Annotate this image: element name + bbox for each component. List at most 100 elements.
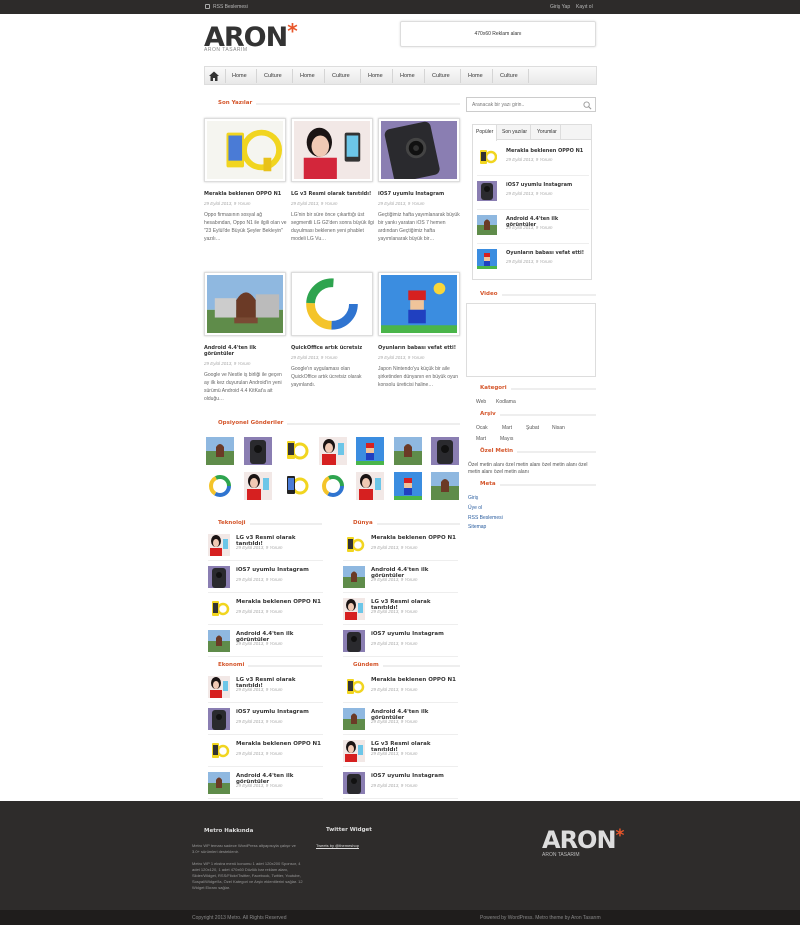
gallery-thumbnail-woman[interactable] xyxy=(244,472,272,500)
gallery-thumbnail-camera[interactable] xyxy=(431,437,459,465)
list-item[interactable]: LG v3 Resmi olarak tanıtıldı! 29 Eylül 20… xyxy=(208,532,323,562)
thumbnail-woman[interactable] xyxy=(343,598,365,620)
list-item[interactable]: Android 4.4'ten ilk görüntüler 29 Eylül 2… xyxy=(208,628,323,658)
thumbnail-camera[interactable] xyxy=(208,708,230,730)
gallery-thumbnail-quickoffice[interactable] xyxy=(319,472,347,500)
register-link[interactable]: Kayıt ol xyxy=(576,4,593,10)
list-item[interactable]: iOS7 uyumlu Instagram 29 Eylül 2013, 9 Yo… xyxy=(208,564,323,594)
popular-item[interactable]: Android 4.4'ten ilk görüntüler 29 Eylül 2… xyxy=(477,211,589,244)
gallery-thumbnail-phone-yellow[interactable] xyxy=(281,472,309,500)
search-box[interactable]: Aranacak bir yazı girin.. xyxy=(466,97,596,112)
popular-item[interactable]: Merakla beklenen OPPO N1 29 Eylül 2013, 9… xyxy=(477,143,589,176)
gallery-thumbnail-camera[interactable] xyxy=(244,437,272,465)
archive-link[interactable]: Mayıs xyxy=(500,436,513,442)
list-item[interactable]: Merakla beklenen OPPO N1 29 Eylül 2013, 9… xyxy=(208,596,323,626)
post-card[interactable]: QuickOffice artık ücretsiz 29 Eylül 2013… xyxy=(291,272,375,389)
list-item[interactable]: LG v3 Resmi olarak tanıtıldı! 29 Eylül 20… xyxy=(343,738,458,768)
tab-comments[interactable]: Yorumlar xyxy=(534,125,561,140)
nav-item[interactable]: Home xyxy=(400,73,415,79)
list-item[interactable]: Android 4.4'ten ilk görüntüler 29 Eylül 2… xyxy=(343,564,458,594)
list-item[interactable]: Merakla beklenen OPPO N1 29 Eylül 2013, 9… xyxy=(343,532,458,562)
list-item[interactable]: LG v3 Resmi olarak tanıtıldı! 29 Eylül 20… xyxy=(208,674,323,704)
nav-item[interactable]: Home xyxy=(468,73,483,79)
meta-link-rss[interactable]: RSS Beslemesi xyxy=(468,515,503,521)
thumbnail-woman[interactable] xyxy=(208,534,230,556)
meta-link-login[interactable]: Giriş xyxy=(468,495,478,501)
post-thumbnail-mario[interactable] xyxy=(381,275,457,333)
nav-item[interactable]: Home xyxy=(232,73,247,79)
nav-item[interactable]: Culture xyxy=(264,73,282,79)
post-card[interactable]: Android 4.4'ten ilk görüntüler 29 Eylül … xyxy=(204,272,288,403)
login-link[interactable]: Giriş Yap xyxy=(550,4,570,10)
thumbnail-android[interactable] xyxy=(208,630,230,652)
gallery-thumbnail-android[interactable] xyxy=(394,437,422,465)
tab-recent[interactable]: Son yazılar xyxy=(499,125,532,140)
nav-item[interactable]: Home xyxy=(368,73,383,79)
list-item[interactable]: iOS7 uyumlu Instagram 29 Eylül 2013, 9 Yo… xyxy=(343,770,458,800)
thumbnail-camera[interactable] xyxy=(477,181,497,201)
post-thumbnail-quickoffice-logo[interactable] xyxy=(294,275,370,333)
search-icon[interactable] xyxy=(583,101,592,110)
gallery-thumbnail-woman[interactable] xyxy=(356,472,384,500)
twitter-link[interactable]: Tweets by @themeshop xyxy=(316,843,359,849)
nav-item[interactable]: Culture xyxy=(500,73,518,79)
gallery-thumbnail-android[interactable] xyxy=(431,472,459,500)
thumbnail-android[interactable] xyxy=(208,772,230,794)
post-title[interactable]: Merakla beklenen OPPO N1 xyxy=(204,191,288,197)
archive-link[interactable]: Şubat xyxy=(526,425,539,431)
list-item[interactable]: Merakla beklenen OPPO N1 29 Eylül 2013, 9… xyxy=(208,738,323,768)
video-embed[interactable] xyxy=(466,303,596,377)
meta-link-sitemap[interactable]: Sitemap xyxy=(468,524,486,530)
gallery-thumbnail-phone-yellow[interactable] xyxy=(281,437,309,465)
post-thumbnail-camera-phone[interactable] xyxy=(381,121,457,183)
post-card[interactable]: iOS7 uyumlu Instagram 29 Eylül 2013, 9 Y… xyxy=(378,118,462,243)
thumbnail-woman[interactable] xyxy=(343,740,365,762)
thumbnail-woman[interactable] xyxy=(208,676,230,698)
list-item[interactable]: Android 4.4'ten ilk görüntüler 29 Eylül 2… xyxy=(208,770,323,800)
category-link[interactable]: Kodlama xyxy=(496,399,516,405)
post-thumbnail-phone-yellow[interactable] xyxy=(207,121,283,179)
gallery-thumbnail-android[interactable] xyxy=(206,437,234,465)
category-link[interactable]: Web xyxy=(476,399,486,405)
search-input[interactable]: Aranacak bir yazı girin.. xyxy=(472,102,524,108)
thumbnail-android[interactable] xyxy=(343,708,365,730)
thumbnail-camera[interactable] xyxy=(343,630,365,652)
popular-item[interactable]: iOS7 uyumlu Instagram 29 Eylül 2013, 9 Yo… xyxy=(477,177,589,210)
archive-link[interactable]: Ocak xyxy=(476,425,488,431)
list-item[interactable]: iOS7 uyumlu Instagram 29 Eylül 2013, 9 Yo… xyxy=(343,628,458,658)
post-thumbnail-android-statue[interactable] xyxy=(207,275,283,333)
list-item[interactable]: Android 4.4'ten ilk görüntüler 29 Eylül 2… xyxy=(343,706,458,736)
post-title[interactable]: Android 4.4'ten ilk görüntüler xyxy=(204,345,288,357)
thumbnail-android[interactable] xyxy=(343,566,365,588)
thumbnail-phone-yellow[interactable] xyxy=(343,676,365,698)
home-icon[interactable] xyxy=(208,70,220,82)
popular-item[interactable]: Oyunların babası vefat etti! 29 Eylül 201… xyxy=(477,245,589,275)
archive-link[interactable]: Nisan xyxy=(552,425,565,431)
post-card[interactable]: LG v3 Resmi olarak tanıtıldı! 29 Eylül 2… xyxy=(291,118,375,243)
thumbnail-phone-yellow[interactable] xyxy=(208,598,230,620)
thumbnail-phone-yellow[interactable] xyxy=(343,534,365,556)
post-title[interactable]: iOS7 uyumlu Instagram xyxy=(378,191,462,197)
list-item[interactable]: LG v3 Resmi olarak tanıtıldı! 29 Eylül 20… xyxy=(343,596,458,626)
footer-logo[interactable]: ARON* xyxy=(542,826,624,854)
rss-link[interactable]: RSS Beslemesi xyxy=(205,4,248,10)
tab-popular[interactable]: Popüler xyxy=(473,125,498,141)
gallery-thumbnail-quickoffice[interactable] xyxy=(206,472,234,500)
archive-link[interactable]: Mart xyxy=(476,436,486,442)
post-title[interactable]: Oyunların babası vefat etti! xyxy=(378,345,462,351)
post-title[interactable]: LG v3 Resmi olarak tanıtıldı! xyxy=(291,191,375,197)
thumbnail-camera[interactable] xyxy=(343,772,365,794)
thumbnail-phone-yellow[interactable] xyxy=(208,740,230,762)
nav-item[interactable]: Culture xyxy=(332,73,350,79)
post-card[interactable]: Merakla beklenen OPPO N1 29 Eylül 2013, … xyxy=(204,118,288,243)
gallery-thumbnail-mario[interactable] xyxy=(356,437,384,465)
thumbnail-mario[interactable] xyxy=(477,249,497,269)
gallery-thumbnail-mario[interactable] xyxy=(394,472,422,500)
post-thumbnail-woman-phone[interactable] xyxy=(294,121,370,179)
thumbnail-camera[interactable] xyxy=(208,566,230,588)
thumbnail-android[interactable] xyxy=(477,215,497,235)
meta-link-register[interactable]: Üye ol xyxy=(468,505,482,511)
gallery-thumbnail-woman[interactable] xyxy=(319,437,347,465)
nav-item[interactable]: Culture xyxy=(432,73,450,79)
nav-item[interactable]: Home xyxy=(300,73,315,79)
